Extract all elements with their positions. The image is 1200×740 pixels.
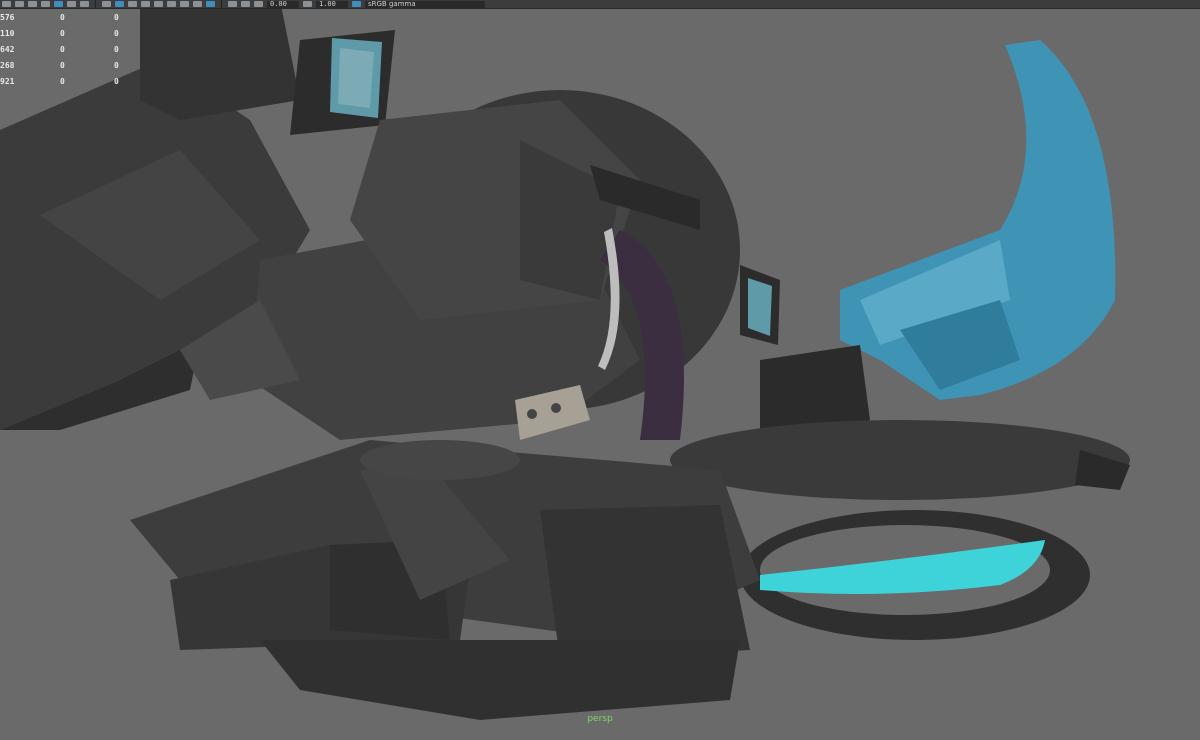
viewport-3d[interactable]: 0.00 1.00 sRGB gamma 576 0 0 110 0 0 642… [0,0,1200,740]
exposure-field[interactable]: 0.00 [267,0,299,8]
hud-row: 268 0 0 [0,60,119,70]
grid-icon[interactable] [28,1,37,7]
isolate-icon[interactable] [128,1,137,7]
viewport-toolbar: 0.00 1.00 sRGB gamma [0,0,1200,9]
color-space-select[interactable]: sRGB gamma [365,0,485,8]
hud-row: 110 0 0 [0,28,119,38]
hud-row: 921 0 0 [0,76,119,86]
camera-name-label: persp [587,714,613,724]
shading-icon[interactable] [67,1,76,7]
select-icon[interactable] [2,1,11,7]
dof-icon[interactable] [180,1,189,7]
lights-icon[interactable] [54,1,63,7]
gamma-field[interactable]: 1.00 [316,0,348,8]
exposure-icon[interactable] [254,1,263,7]
xray-icon[interactable] [115,1,124,7]
toolbar-icons-left: 0.00 1.00 sRGB gamma [0,0,487,8]
camera-icon[interactable] [41,1,50,7]
field-chart-icon[interactable] [241,1,250,7]
wireframe-icon[interactable] [102,1,111,7]
hud-row: 576 0 0 [0,12,119,22]
toolbar-separator [221,0,222,8]
move-icon[interactable] [15,1,24,7]
ao-icon[interactable] [154,1,163,7]
film-gate-icon[interactable] [193,1,202,7]
heads-up-display: 576 0 0 110 0 0 642 0 0 268 0 0 921 0 0 [0,9,134,89]
safe-action-icon[interactable] [228,1,237,7]
colorspace-icon[interactable] [352,1,361,7]
scene-render [0,0,1130,720]
toolbar-separator [95,0,96,8]
aa-icon[interactable] [167,1,176,7]
gamma-icon[interactable] [303,1,312,7]
shadow-icon[interactable] [141,1,150,7]
hud-row: 642 0 0 [0,44,119,54]
resolution-gate-icon[interactable] [206,1,215,7]
texture-icon[interactable] [80,1,89,7]
